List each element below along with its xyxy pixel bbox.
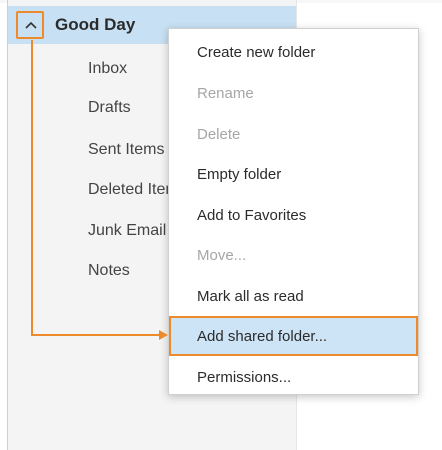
callout-arrow xyxy=(31,40,168,340)
arrow-head-icon xyxy=(159,330,168,340)
